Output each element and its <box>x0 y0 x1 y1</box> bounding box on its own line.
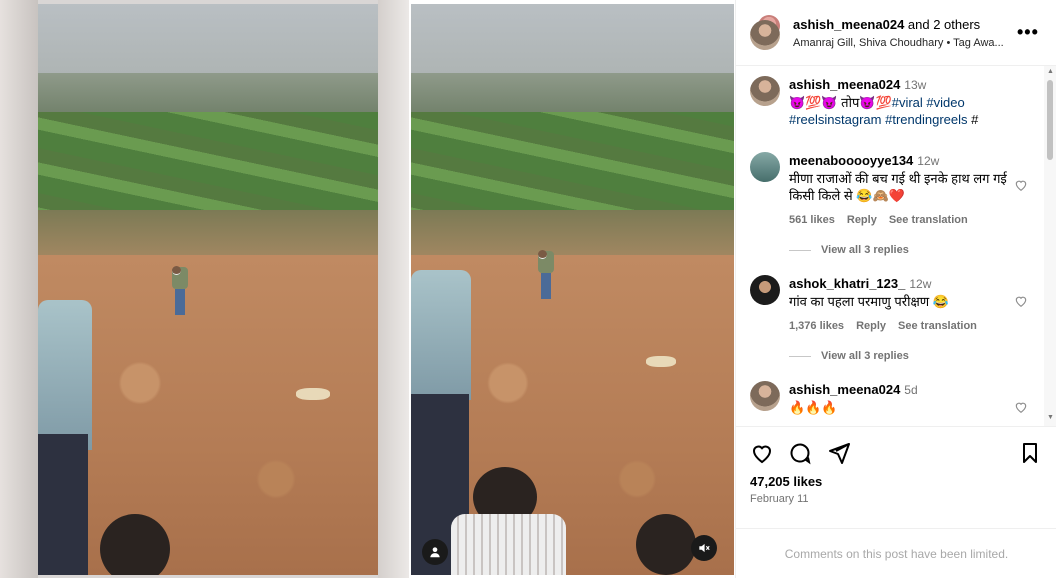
media-carousel-previous[interactable] <box>0 0 409 578</box>
author-avatar[interactable] <box>750 381 780 411</box>
media-blur-edge <box>0 0 38 578</box>
post-header: ashish_meena024 and 2 others Amanraj Gil… <box>736 0 1056 66</box>
divider <box>789 249 811 251</box>
child-shirt <box>451 514 566 575</box>
comment-text: गांव का पहला परमाणु परीक्षण 😂 <box>789 294 950 309</box>
hashtag[interactable]: # <box>971 112 978 127</box>
scrollbar-thumb[interactable] <box>1047 80 1053 160</box>
child-head <box>100 514 170 575</box>
comment-username[interactable]: ashish_meena024 <box>789 382 900 397</box>
view-replies-label[interactable]: View all 3 replies <box>821 244 909 256</box>
comment-username[interactable]: meenabooooyye134 <box>789 153 913 168</box>
more-options-button[interactable]: ••• <box>1017 22 1039 43</box>
divider <box>789 355 811 357</box>
send-icon[interactable] <box>827 441 851 465</box>
heart-icon[interactable] <box>1014 294 1030 310</box>
reply-button[interactable]: Reply <box>856 318 886 335</box>
comment-icon[interactable] <box>788 441 812 465</box>
scroll-up-icon[interactable]: ▲ <box>1047 68 1054 75</box>
instagram-post-view: ashish_meena024 and 2 others Amanraj Gil… <box>0 0 1056 578</box>
comment-text: मीणा राजाओं की बच गई थी इनके हाथ लग गई क… <box>789 171 1007 203</box>
commenter-avatar[interactable] <box>750 152 780 182</box>
see-translation-button[interactable]: See translation <box>889 212 968 229</box>
caption-text: 😈💯😈 तोप😈💯#viral #video #reelsinstagram #… <box>789 94 1025 128</box>
post-actions: 47,205 likes February 11 <box>736 426 1056 526</box>
spectator-shirt <box>411 270 471 400</box>
post-date[interactable]: February 11 <box>750 493 809 505</box>
author-avatar[interactable] <box>750 76 780 106</box>
coauthors-label[interactable]: and 2 others <box>904 17 980 32</box>
see-translation-button[interactable]: See translation <box>898 318 977 335</box>
hashtag[interactable]: #video <box>926 95 964 110</box>
post-sidebar: ashish_meena024 and 2 others Amanraj Gil… <box>735 0 1056 578</box>
stone <box>296 388 330 400</box>
child-head <box>636 514 696 575</box>
hashtag[interactable]: #trendingreels <box>885 112 967 127</box>
author-line: ashish_meena024 and 2 others <box>793 17 980 32</box>
spectator-pants <box>38 434 88 575</box>
hills <box>38 72 378 119</box>
comment-meta: 561 likes Reply See translation <box>789 212 1025 229</box>
comment-likes[interactable]: 561 likes <box>789 212 835 229</box>
heart-icon[interactable] <box>1014 178 1030 194</box>
comments-limited-notice: Comments on this post have been limited. <box>736 528 1056 578</box>
comment-username[interactable]: ashok_khatri_123_ <box>789 276 905 291</box>
view-replies-button[interactable]: View all 3 replies <box>789 350 909 362</box>
author-avatar[interactable] <box>750 20 780 50</box>
comment-meta: 1,376 likes Reply See translation <box>789 318 1025 335</box>
user-icon[interactable] <box>422 539 448 565</box>
hashtag[interactable]: #reelsinstagram <box>789 112 882 127</box>
heart-icon[interactable] <box>1014 400 1030 416</box>
comment-username[interactable]: ashish_meena024 <box>789 77 900 92</box>
comment-time[interactable]: 5d <box>904 383 917 397</box>
bookmark-icon[interactable] <box>1018 441 1042 465</box>
distant-man <box>538 250 554 310</box>
caption-emoji-text: 😈💯😈 तोप😈💯 <box>789 95 892 110</box>
hills <box>411 72 734 119</box>
heart-icon[interactable] <box>750 441 774 465</box>
reply-button[interactable]: Reply <box>847 212 877 229</box>
author-username[interactable]: ashish_meena024 <box>793 17 904 32</box>
video-frame-left <box>38 4 378 575</box>
view-replies-button[interactable]: View all 3 replies <box>789 244 909 256</box>
commenter-avatar[interactable] <box>750 275 780 305</box>
video-player[interactable] <box>411 4 734 575</box>
distant-man <box>172 266 188 326</box>
comment-time[interactable]: 12w <box>917 154 939 168</box>
comment-likes[interactable]: 1,376 likes <box>789 318 844 335</box>
scroll-down-icon[interactable]: ▼ <box>1047 414 1054 421</box>
video-frame <box>411 4 734 575</box>
view-replies-label[interactable]: View all 3 replies <box>821 350 909 362</box>
collaborators-line[interactable]: Amanraj Gill, Shiva Choudhary • Tag Awa.… <box>793 37 1023 49</box>
stone <box>646 356 676 367</box>
comments-list[interactable]: ashish_meena024 13w 😈💯😈 तोप😈💯#viral #vide… <box>736 66 1056 426</box>
comment-text: 🔥🔥🔥 <box>789 400 838 415</box>
spectator-shirt <box>38 300 92 450</box>
media-blur-edge <box>378 0 409 578</box>
comments-scrollbar[interactable]: ▲ ▼ <box>1044 66 1056 426</box>
likes-count[interactable]: 47,205 likes <box>750 474 822 489</box>
comment-time[interactable]: 13w <box>904 78 926 92</box>
hashtag[interactable]: #viral <box>892 95 923 110</box>
comment-time[interactable]: 12w <box>909 277 931 291</box>
muted-speaker-icon[interactable] <box>691 535 717 561</box>
